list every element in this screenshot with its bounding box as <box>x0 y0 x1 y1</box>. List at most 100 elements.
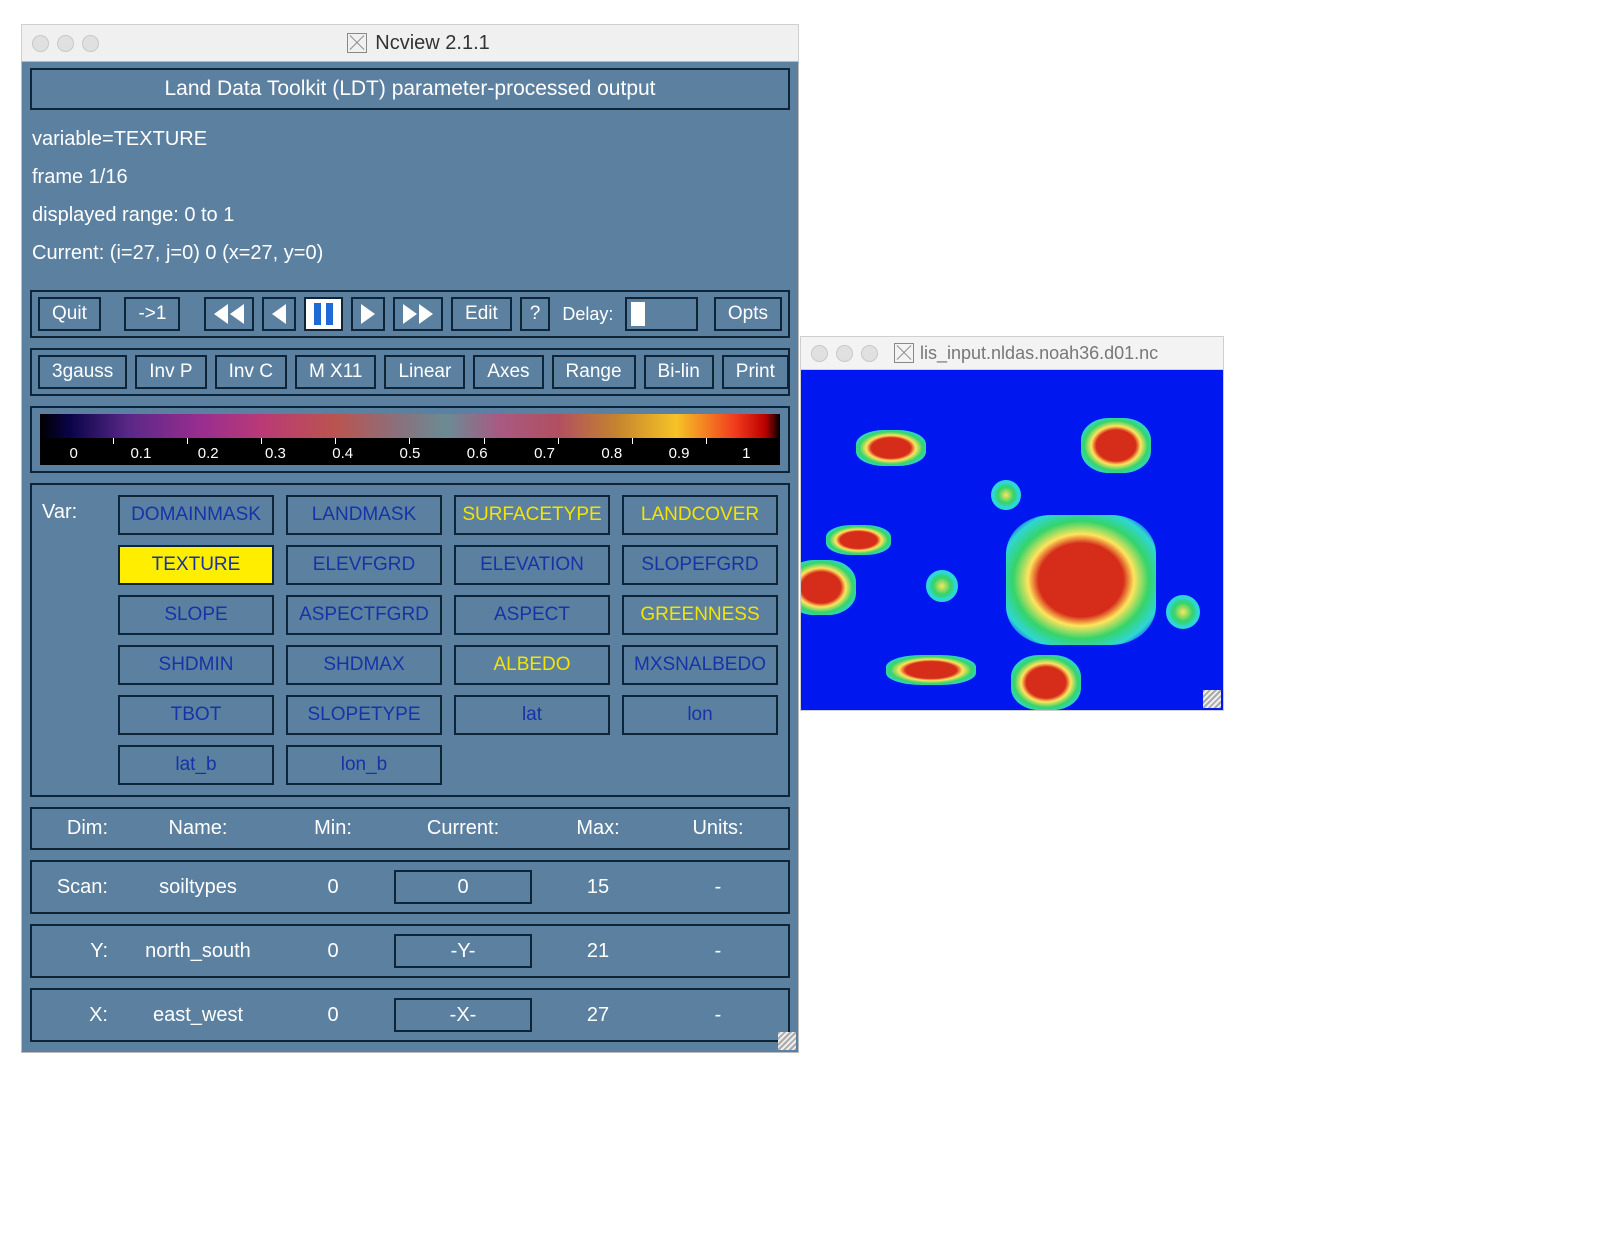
var-slope[interactable]: SLOPE <box>118 595 274 635</box>
dim-min[interactable]: 0 <box>278 940 388 963</box>
resize-grip[interactable] <box>778 1032 796 1050</box>
dim-row-east_west: X:east_west0 -X- 27- <box>30 988 790 1042</box>
dim-col-dim: Dim: <box>38 817 118 840</box>
var-landcover[interactable]: LANDCOVER <box>622 495 778 535</box>
dim-col-units: Units: <box>658 817 778 840</box>
var-aspectfgrd[interactable]: ASPECTFGRD <box>286 595 442 635</box>
delay-label: Delay: <box>558 304 617 325</box>
dim-current[interactable]: 0 <box>394 870 532 904</box>
zoom-icon[interactable] <box>82 35 99 52</box>
edit-button[interactable]: Edit <box>451 297 512 331</box>
tick-label: 0 <box>40 445 107 462</box>
speed-button[interactable]: ->1 <box>124 297 180 331</box>
inv-c-button[interactable]: Inv C <box>215 355 287 389</box>
zoom-icon[interactable] <box>861 345 878 362</box>
dim-units: - <box>658 876 778 899</box>
colorbar-gradient <box>40 414 780 438</box>
var-elevfgrd[interactable]: ELEVFGRD <box>286 545 442 585</box>
dim-min[interactable]: 0 <box>278 1004 388 1027</box>
colorbar-ticklabels: 00.10.20.30.40.50.60.70.80.91 <box>40 444 780 465</box>
var-lat[interactable]: lat <box>454 695 610 735</box>
data-window-title: lis_input.nldas.noah36.d01.nc <box>920 343 1158 364</box>
ncview-data-window: lis_input.nldas.noah36.d01.nc <box>800 336 1224 711</box>
axes-button[interactable]: Axes <box>473 355 543 389</box>
var-landmask[interactable]: LANDMASK <box>286 495 442 535</box>
dim-max[interactable]: 27 <box>538 1004 658 1027</box>
rewind-button[interactable] <box>204 297 254 331</box>
dim-label: Y: <box>38 940 118 963</box>
linear-button[interactable]: Linear <box>384 355 465 389</box>
step-fwd-button[interactable] <box>351 297 385 331</box>
close-icon[interactable] <box>32 35 49 52</box>
var-shdmin[interactable]: SHDMIN <box>118 645 274 685</box>
var-slopefgrd[interactable]: SLOPEFGRD <box>622 545 778 585</box>
quit-button[interactable]: Quit <box>38 297 101 331</box>
info-current: Current: (i=27, j=0) 0 (x=27, y=0) <box>32 234 788 272</box>
dim-col-min: Min: <box>278 817 388 840</box>
var-tbot[interactable]: TBOT <box>118 695 274 735</box>
tick-label: 0.6 <box>444 445 511 462</box>
tick-label: 0.4 <box>309 445 376 462</box>
inv-p-button[interactable]: Inv P <box>135 355 206 389</box>
3gauss-button[interactable]: 3gauss <box>38 355 127 389</box>
tick-label: 0.5 <box>376 445 443 462</box>
data-canvas[interactable] <box>800 370 1224 711</box>
var-shdmax[interactable]: SHDMAX <box>286 645 442 685</box>
dim-name: east_west <box>118 1004 278 1027</box>
var-surfacetype[interactable]: SURFACETYPE <box>454 495 610 535</box>
var-lon[interactable]: lon <box>622 695 778 735</box>
close-icon[interactable] <box>811 345 828 362</box>
bi-lin-button[interactable]: Bi-lin <box>644 355 714 389</box>
tick-label: 1 <box>713 445 780 462</box>
info-variable: variable=TEXTURE <box>32 120 788 158</box>
m-x11-button[interactable]: M X11 <box>295 355 377 389</box>
var-slopetype[interactable]: SLOPETYPE <box>286 695 442 735</box>
opts-button[interactable]: Opts <box>714 297 782 331</box>
range-button[interactable]: Range <box>552 355 636 389</box>
dim-current[interactable]: -Y- <box>394 934 532 968</box>
dim-label: X: <box>38 1004 118 1027</box>
fast-fwd-button[interactable] <box>393 297 443 331</box>
dim-min[interactable]: 0 <box>278 876 388 899</box>
transport-row: Quit ->1 Edit ? Delay: <box>30 290 790 338</box>
minimize-icon[interactable] <box>57 35 74 52</box>
var-albedo[interactable]: ALBEDO <box>454 645 610 685</box>
colorbar[interactable]: 00.10.20.30.40.50.60.70.80.91 <box>30 406 790 473</box>
step-back-button[interactable] <box>262 297 296 331</box>
dim-current[interactable]: -X- <box>394 998 532 1032</box>
resize-grip[interactable] <box>1203 690 1221 708</box>
minimize-icon[interactable] <box>836 345 853 362</box>
var-domainmask[interactable]: DOMAINMASK <box>118 495 274 535</box>
info-block: variable=TEXTURE frame 1/16 displayed ra… <box>30 118 790 280</box>
help-button[interactable]: ? <box>520 297 551 331</box>
delay-input[interactable] <box>625 297 697 331</box>
var-greenness[interactable]: GREENNESS <box>622 595 778 635</box>
var-mxsnalbedo[interactable]: MXSNALBEDO <box>622 645 778 685</box>
dim-col-cur: Current: <box>388 817 538 840</box>
options-row: 3gaussInv P Inv CM X11LinearAxes RangeBi-l… <box>30 348 790 396</box>
dim-units: - <box>658 1004 778 1027</box>
var-lon_b[interactable]: lon_b <box>286 745 442 785</box>
window-controls <box>22 35 109 52</box>
dim-max[interactable]: 15 <box>538 876 658 899</box>
var-texture[interactable]: TEXTURE <box>118 545 274 585</box>
var-lat_b[interactable]: lat_b <box>118 745 274 785</box>
var-elevation[interactable]: ELEVATION <box>454 545 610 585</box>
main-window-title: Ncview 2.1.1 <box>375 32 490 55</box>
main-titlebar[interactable]: Ncview 2.1.1 <box>21 24 799 62</box>
var-label: Var: <box>42 495 102 785</box>
x11-icon <box>894 343 914 363</box>
x11-icon <box>347 33 367 53</box>
print-button[interactable]: Print <box>722 355 789 389</box>
dim-max[interactable]: 21 <box>538 940 658 963</box>
var-aspect[interactable]: ASPECT <box>454 595 610 635</box>
tick-label: 0.7 <box>511 445 578 462</box>
data-titlebar[interactable]: lis_input.nldas.noah36.d01.nc <box>800 336 1224 370</box>
pause-button[interactable] <box>304 297 343 331</box>
dim-row-soiltypes: Scan:soiltypes0015- <box>30 860 790 914</box>
tick-label: 0.9 <box>645 445 712 462</box>
dim-col-max: Max: <box>538 817 658 840</box>
dim-label: Scan: <box>38 876 118 899</box>
dim-header-box: Dim: Name: Min: Current: Max: Units: <box>30 807 790 850</box>
tick-label: 0.8 <box>578 445 645 462</box>
